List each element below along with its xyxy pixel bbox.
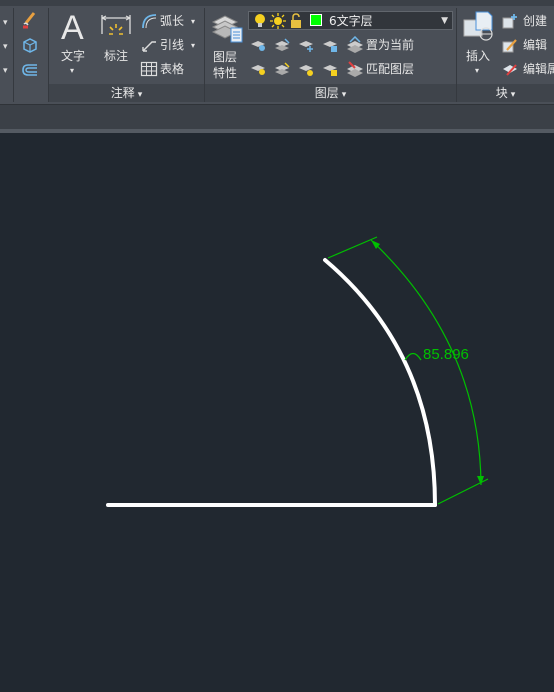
edit-attribute-icon xyxy=(503,64,517,76)
layer-properties-label-2: 特性 xyxy=(213,66,238,80)
leader-label: 引线 xyxy=(160,38,185,52)
table-icon xyxy=(140,61,158,77)
layer-isolate-icon xyxy=(275,38,290,51)
dimension-button-label: 标注 xyxy=(104,49,129,63)
create-block-label: 创建 xyxy=(523,14,548,28)
text-A-icon: A xyxy=(61,9,84,47)
arc-length-label: 弧长 xyxy=(160,14,185,28)
chevron-down-icon[interactable]: ▾ xyxy=(3,40,8,54)
dimension-button[interactable]: 标注 xyxy=(98,10,134,66)
offset-icon[interactable] xyxy=(20,61,40,79)
layer-unisolate-icon xyxy=(275,62,290,75)
edit-block-icon xyxy=(502,39,517,53)
dimension-value[interactable]: 85.896 xyxy=(423,346,469,363)
chevron-down-icon: ▼ xyxy=(441,16,448,26)
layer-color-swatch xyxy=(310,14,322,26)
insert-block-icon xyxy=(463,11,493,41)
chevron-down-icon: ▾ xyxy=(137,90,143,100)
set-current-label: 置为当前 xyxy=(366,38,415,52)
layers-panel-title[interactable]: 图层 ▾ xyxy=(205,84,456,102)
arc-length-icon xyxy=(142,14,157,29)
create-block-icon xyxy=(502,14,517,29)
ribbon-tab-strip xyxy=(0,0,554,6)
layer-properties-icon xyxy=(211,15,243,43)
edit-block-button[interactable]: 编辑 xyxy=(501,36,554,54)
layer-freeze-icon xyxy=(299,41,313,52)
table-label: 表格 xyxy=(160,62,185,76)
dimension-icon xyxy=(101,15,131,35)
layer-tools-row-1[interactable] xyxy=(249,36,345,54)
layer-lock-icon xyxy=(323,41,337,52)
arc-length-button[interactable]: 弧长 ▾ xyxy=(138,12,200,30)
leader-icon xyxy=(142,41,156,52)
edit-block-label: 编辑 xyxy=(523,38,548,52)
file-tab-bar xyxy=(0,105,554,129)
block-panel-title-text: 块 xyxy=(495,86,508,100)
layers-panel-title-text: 图层 xyxy=(314,86,339,100)
chevron-down-icon: ▾ xyxy=(510,90,516,100)
edit-attribute-label: 编辑属 xyxy=(523,62,554,76)
insert-block-button[interactable]: 插入 ▾ xyxy=(460,10,496,76)
cube-icon[interactable] xyxy=(20,36,40,54)
annotation-panel-title-text: 注释 xyxy=(110,86,135,100)
annotation-panel-title[interactable]: 注释 ▾ xyxy=(49,84,204,102)
text-button[interactable]: A 文字 ▾ xyxy=(55,10,93,76)
chevron-down-icon: ▾ xyxy=(70,66,75,75)
sun-icon xyxy=(270,13,286,29)
arc-segment[interactable] xyxy=(323,258,437,507)
drawing-svg: 85.896 xyxy=(106,236,489,507)
set-current-icon xyxy=(347,36,363,53)
text-button-label: 文字 xyxy=(61,49,86,63)
chevron-down-icon[interactable]: ▾ xyxy=(3,16,8,30)
chevron-down-icon: ▾ xyxy=(191,41,196,50)
drawing-canvas[interactable]: 85.896 xyxy=(0,133,554,688)
table-button[interactable]: 表格 xyxy=(138,60,200,78)
leader-button[interactable]: 引线 ▾ xyxy=(138,36,200,54)
match-layer-button[interactable]: 匹配图层 xyxy=(346,60,426,78)
dimension-extension-line-end xyxy=(327,236,378,259)
layer-tools-row-2[interactable] xyxy=(249,60,345,78)
layer-off-icon xyxy=(251,41,265,51)
chevron-down-icon: ▾ xyxy=(341,90,347,100)
block-panel-title[interactable]: 块 ▾ xyxy=(457,84,554,102)
match-layer-label: 匹配图层 xyxy=(366,62,415,76)
match-layer-icon xyxy=(347,61,363,77)
set-current-button[interactable]: 置为当前 xyxy=(346,36,426,54)
chevron-down-icon: ▾ xyxy=(475,66,480,75)
layer-on-icon xyxy=(251,65,265,75)
lock-icon xyxy=(291,13,301,28)
layer-dropdown[interactable]: 6文字层 ▼ xyxy=(248,11,453,30)
layer-unlock-icon xyxy=(323,65,337,76)
insert-block-label: 插入 xyxy=(466,49,491,63)
ribbon: ▾ ▾ ▾ A 文字 ▾ 标注 弧长 ▾ 引线 ▾ 表格 注释 ▾ 图层 特性 … xyxy=(0,0,554,105)
arc-length-symbol xyxy=(404,352,422,361)
bulb-icon xyxy=(255,14,265,27)
chevron-down-icon: ▾ xyxy=(191,17,196,26)
current-layer-name: 6文字层 xyxy=(329,14,373,28)
brush-icon[interactable] xyxy=(20,11,40,31)
layer-properties-label-1: 图层 xyxy=(213,50,238,64)
edit-attribute-button[interactable]: 编辑属 xyxy=(501,60,554,78)
layer-thaw-icon xyxy=(299,65,313,76)
create-block-button[interactable]: 创建 xyxy=(501,12,554,30)
chevron-down-icon[interactable]: ▾ xyxy=(3,64,8,78)
layer-properties-button[interactable]: 图层 特性 xyxy=(207,10,245,82)
